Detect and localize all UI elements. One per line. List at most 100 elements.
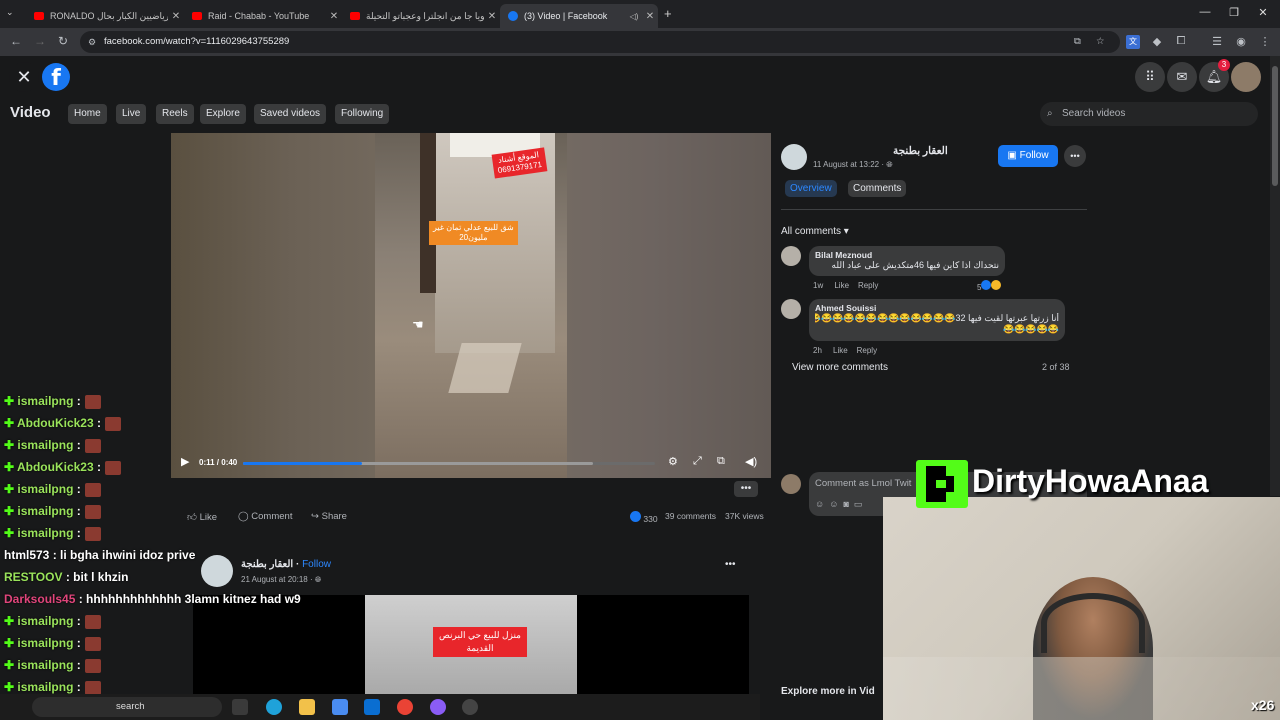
scrollbar-thumb[interactable] bbox=[1272, 66, 1278, 186]
comment-reactions[interactable]: 5 bbox=[977, 280, 1002, 292]
page-name[interactable]: العقار بطنجة bbox=[241, 559, 293, 570]
browser-tab-1[interactable]: RONALDO الرياضيين الكبار بحال ✕ bbox=[26, 4, 184, 28]
extensions-puzzle-icon[interactable]: ⧠ bbox=[1174, 35, 1188, 49]
play-button[interactable]: ▶ bbox=[181, 455, 189, 468]
site-info-icon[interactable]: ⚙ bbox=[88, 31, 96, 53]
back-icon[interactable]: ← bbox=[10, 34, 22, 48]
follow-link[interactable]: Follow bbox=[302, 559, 331, 570]
browser-tab-bar: ⌄ RONALDO الرياضيين الكبار بحال ✕ Raid -… bbox=[0, 0, 1280, 28]
comment-button[interactable]: ◯ Comment bbox=[238, 511, 292, 522]
share-button[interactable]: ↪ Share bbox=[311, 511, 347, 522]
chat-emote-icon bbox=[104, 416, 121, 431]
emoji-icon[interactable]: ☺ bbox=[829, 499, 838, 509]
close-tab-icon[interactable]: ✕ bbox=[326, 11, 342, 22]
page-name[interactable]: العقار بطنجة bbox=[893, 145, 948, 157]
tab-overview[interactable]: Overview bbox=[785, 180, 837, 197]
comment-like-link[interactable]: Like bbox=[833, 346, 848, 355]
reload-icon[interactable]: ↻ bbox=[58, 34, 68, 48]
comments-count[interactable]: 39 comments bbox=[665, 511, 716, 521]
discord-icon[interactable] bbox=[430, 699, 446, 715]
camera-icon[interactable]: ◙ bbox=[843, 499, 848, 509]
maximize-icon[interactable]: ❐ bbox=[1224, 6, 1244, 19]
browser-tab-3[interactable]: خويا جا من انجلترا وعجباتو التحيلة ✕ bbox=[342, 4, 500, 28]
more-options-icon[interactable]: ••• bbox=[734, 481, 758, 497]
close-video-icon[interactable]: ✕ bbox=[9, 62, 39, 92]
page-avatar[interactable] bbox=[781, 144, 807, 170]
volume-icon[interactable]: ◀) bbox=[745, 455, 757, 468]
facebook-logo-icon[interactable]: f bbox=[42, 63, 70, 91]
close-tab-icon[interactable]: ✕ bbox=[642, 11, 658, 22]
video-player[interactable]: الموقع أشناد 0691379171 شق للبيع عدلي تم… bbox=[171, 133, 771, 478]
close-tab-icon[interactable]: ✕ bbox=[484, 11, 500, 22]
video-progress-bar[interactable] bbox=[243, 462, 655, 465]
profile-icon[interactable]: ◉ bbox=[1234, 35, 1248, 49]
comment-author[interactable]: Ahmed Souissi bbox=[815, 303, 1059, 313]
chrome-icon[interactable] bbox=[397, 699, 413, 715]
commenter-avatar[interactable] bbox=[781, 246, 801, 266]
nav-saved-videos[interactable]: Saved videos bbox=[254, 104, 327, 124]
nav-explore[interactable]: Explore bbox=[200, 104, 246, 124]
browser-tab-4[interactable]: (3) Video | Facebook ◁) ✕ bbox=[500, 4, 658, 28]
browser-tab-2[interactable]: Raid - Chabab - YouTube ✕ bbox=[184, 4, 342, 28]
comment-reply-link[interactable]: Reply bbox=[857, 346, 877, 355]
translate-extension-icon[interactable]: 文 bbox=[1126, 35, 1140, 49]
account-avatar[interactable] bbox=[1231, 62, 1261, 92]
task-view-icon[interactable] bbox=[232, 699, 248, 715]
menu-grid-icon[interactable]: ⠿ bbox=[1135, 62, 1165, 92]
messenger-icon[interactable]: ✉ bbox=[1167, 62, 1197, 92]
bookmark-star-icon[interactable]: ☆ bbox=[1096, 31, 1105, 53]
follow-button[interactable]: ▣ Follow bbox=[998, 145, 1058, 167]
close-window-icon[interactable]: ✕ bbox=[1253, 6, 1273, 19]
tab-comments[interactable]: Comments bbox=[848, 180, 907, 197]
close-tab-icon[interactable]: ✕ bbox=[168, 11, 184, 22]
reading-list-icon[interactable]: ☰ bbox=[1210, 35, 1224, 49]
chat-username: ismailpng bbox=[17, 526, 74, 540]
taskbar-search[interactable]: search bbox=[32, 697, 222, 717]
url-field[interactable]: ⚙ facebook.com/watch?v=1116029643755289 … bbox=[80, 31, 1120, 53]
nav-following[interactable]: Following bbox=[335, 104, 390, 124]
obs-icon[interactable] bbox=[462, 699, 478, 715]
nav-home[interactable]: Home bbox=[68, 104, 107, 124]
comment-author[interactable]: Bilal Meznoud bbox=[815, 250, 999, 260]
chat-username: Darksouls45 bbox=[4, 592, 76, 606]
browser-menu-icon[interactable]: ⋮ bbox=[1258, 35, 1272, 49]
edge-icon[interactable] bbox=[266, 699, 282, 715]
install-icon[interactable]: ⧉ bbox=[1074, 31, 1081, 53]
page-avatar[interactable] bbox=[201, 555, 233, 587]
forward-icon[interactable]: → bbox=[34, 34, 46, 48]
page-options-icon[interactable]: ••• bbox=[1064, 145, 1086, 167]
settings-gear-icon[interactable]: ⚙ bbox=[668, 455, 678, 468]
post-options-icon[interactable]: ••• bbox=[725, 559, 736, 570]
new-tab-icon[interactable]: + bbox=[664, 6, 672, 21]
page-scrollbar[interactable] bbox=[1270, 56, 1280, 496]
post-video[interactable]: منزل للبيع حي البرنص القديمة bbox=[193, 595, 749, 695]
kick-logo-k bbox=[946, 476, 954, 492]
tab-list-icon[interactable]: ⌄ bbox=[6, 7, 14, 18]
chat-text: : bbox=[76, 636, 81, 650]
reaction-emoji-icon bbox=[991, 280, 1002, 290]
comment-reply-link[interactable]: Reply bbox=[858, 281, 878, 290]
extension-diamond-icon[interactable]: ◆ bbox=[1150, 35, 1164, 49]
view-more-comments-link[interactable]: View more comments bbox=[792, 362, 888, 373]
mute-icon[interactable]: ◁) bbox=[626, 12, 642, 21]
avatar-sticker-icon[interactable]: ☺ bbox=[815, 499, 824, 509]
minimize-icon[interactable]: — bbox=[1195, 6, 1215, 18]
chat-emote-icon bbox=[84, 394, 101, 409]
picture-in-picture-icon[interactable]: ⧉ bbox=[717, 455, 725, 468]
commenter-avatar[interactable] bbox=[781, 299, 801, 319]
webcam-headset bbox=[1041, 593, 1145, 653]
nav-live[interactable]: Live bbox=[116, 104, 147, 124]
like-icon: 👍︎ bbox=[187, 512, 197, 523]
comment-like-link[interactable]: Like bbox=[834, 281, 849, 290]
file-explorer-icon[interactable] bbox=[299, 699, 315, 715]
nav-reels[interactable]: Reels bbox=[156, 104, 194, 124]
notification-count-badge: 3 bbox=[1218, 59, 1230, 71]
all-comments-dropdown[interactable]: All comments ▾ bbox=[781, 226, 849, 237]
search-videos-input[interactable]: ⌕ Search videos bbox=[1040, 102, 1258, 126]
reaction-count[interactable]: 330 bbox=[630, 511, 658, 524]
store-icon[interactable] bbox=[332, 699, 348, 715]
outlook-icon[interactable] bbox=[364, 699, 380, 715]
like-button[interactable]: 👍︎ Like bbox=[187, 511, 217, 523]
gif-icon[interactable]: ▭ bbox=[854, 499, 863, 509]
fullscreen-icon[interactable]: ⤢ bbox=[693, 455, 702, 468]
